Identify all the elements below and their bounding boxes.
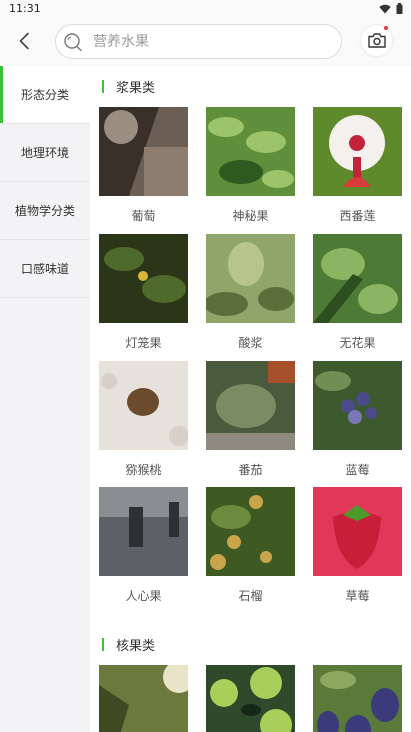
status-icons [379, 3, 403, 14]
fruit-card[interactable] [99, 665, 188, 732]
section-title: 核果类 [116, 638, 156, 654]
battery-icon [396, 3, 403, 14]
fruit-photo [99, 361, 188, 450]
sidebar-item-botany[interactable]: 植物学分类 [0, 182, 90, 240]
section-accent-bar [102, 637, 104, 651]
fruit-photo [313, 107, 402, 196]
fruit-card-lantern-fruit[interactable]: 灯笼果 [99, 234, 188, 351]
sidebar-item-label: 形态分类 [20, 88, 69, 102]
sidebar-item-label: 地理环境 [20, 146, 69, 160]
sidebar-item-label: 植物学分类 [14, 204, 75, 218]
fruit-name: 人心果 [125, 589, 162, 603]
section-header: 核果类 [102, 637, 156, 654]
top-bar [0, 18, 411, 66]
sidebar-item-taste[interactable]: 口感味道 [0, 240, 90, 298]
fruit-card[interactable] [313, 665, 402, 732]
chevron-left-icon [19, 32, 29, 50]
fruit-card-pomegranate[interactable]: 石榴 [206, 487, 295, 604]
fruit-name: 草莓 [345, 589, 370, 603]
fruit-name: 西番莲 [339, 209, 376, 223]
fruit-photo [99, 107, 188, 196]
sidebar-item-shape[interactable]: 形态分类 [0, 66, 90, 124]
section-header: 浆果类 [102, 79, 156, 96]
fruit-name: 神秘果 [232, 209, 269, 223]
fruit-card-miracle-fruit[interactable]: 神秘果 [206, 107, 295, 224]
fruit-name: 无花果 [339, 336, 376, 350]
fruit-name: 番茄 [238, 463, 263, 477]
fruit-name: 猕猴桃 [125, 463, 162, 477]
fruit-name: 葡萄 [131, 209, 156, 223]
fruit-name: 石榴 [238, 589, 263, 603]
fruit-photo [99, 665, 188, 732]
fruit-card-tomato[interactable]: 番茄 [206, 361, 295, 478]
fruit-photo [206, 487, 295, 576]
fruit-photo [99, 487, 188, 576]
fruit-photo [313, 487, 402, 576]
search-icon [64, 33, 82, 52]
fruit-photo [206, 361, 295, 450]
search-box[interactable] [55, 24, 342, 59]
fruit-card-strawberry[interactable]: 草莓 [313, 487, 402, 604]
fruit-grid-panel: 浆果类 葡萄 神秘果 西番莲 灯笼果 酸浆 无花果 猕猴桃 番茄 蓝莓 人心果 … [90, 66, 411, 732]
fruit-card-passionfruit[interactable]: 西番莲 [313, 107, 402, 224]
fruit-name: 蓝莓 [345, 463, 370, 477]
status-time: 11:31 [9, 2, 41, 15]
sidebar-item-label: 口感味道 [20, 262, 69, 276]
fruit-photo [206, 107, 295, 196]
fruit-photo [206, 665, 295, 732]
fruit-photo [313, 665, 402, 732]
back-button[interactable] [10, 27, 38, 55]
fruit-card-fig[interactable]: 无花果 [313, 234, 402, 351]
wifi-icon [379, 4, 391, 13]
camera-icon [367, 33, 386, 48]
fruit-card-grape[interactable]: 葡萄 [99, 107, 188, 224]
fruit-card-physalis[interactable]: 酸浆 [206, 234, 295, 351]
section-accent-bar [102, 79, 104, 93]
category-sidebar: 形态分类 地理环境 植物学分类 口感味道 [0, 66, 90, 732]
search-input[interactable] [93, 25, 333, 58]
fruit-card-sapodilla[interactable]: 人心果 [99, 487, 188, 604]
fruit-photo [313, 234, 402, 323]
fruit-card-kiwi[interactable]: 猕猴桃 [99, 361, 188, 478]
notification-dot [384, 26, 388, 30]
fruit-photo [313, 361, 402, 450]
section-title: 浆果类 [116, 80, 156, 96]
fruit-name: 灯笼果 [125, 336, 162, 350]
fruit-card-blueberry[interactable]: 蓝莓 [313, 361, 402, 478]
status-bar: 11:31 [0, 0, 411, 18]
sidebar-item-geography[interactable]: 地理环境 [0, 124, 90, 182]
fruit-card[interactable] [206, 665, 295, 732]
fruit-photo [206, 234, 295, 323]
camera-button[interactable] [361, 25, 392, 56]
fruit-photo [99, 234, 188, 323]
fruit-name: 酸浆 [238, 336, 263, 350]
